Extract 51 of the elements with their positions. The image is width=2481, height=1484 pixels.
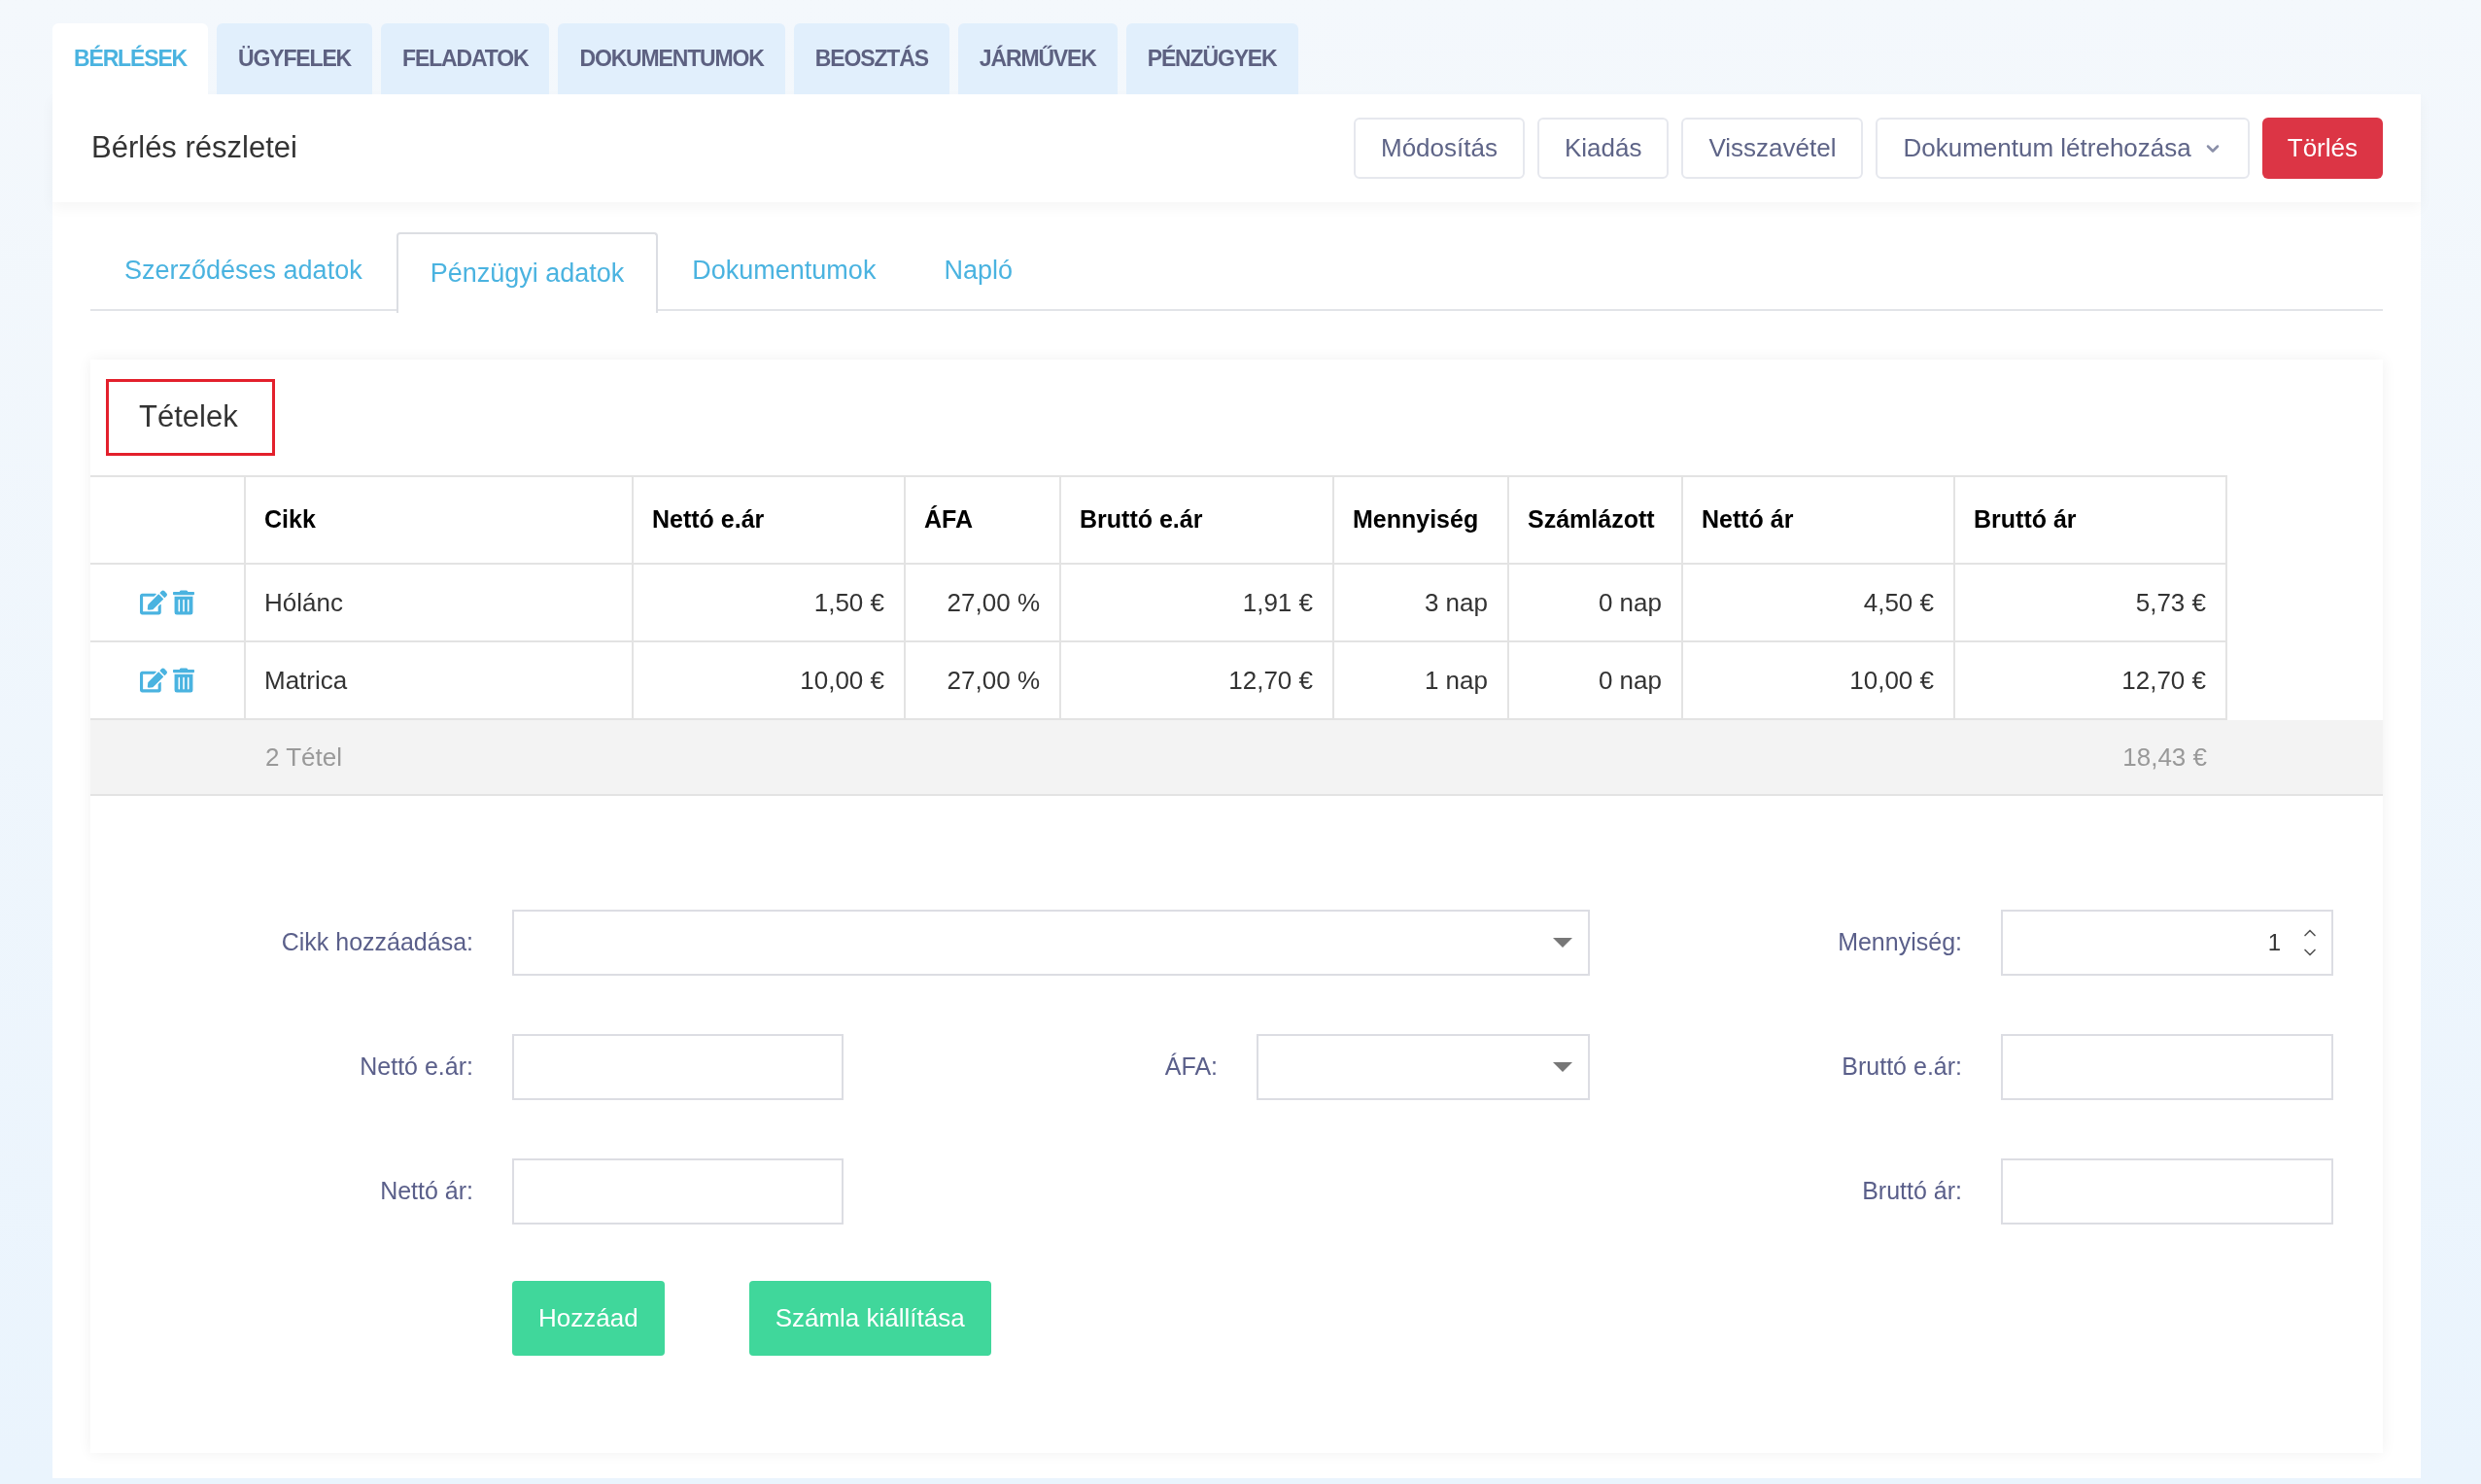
field-label: Cikk hozzáadása: [280,927,474,958]
column-header: ÁFA [905,476,1060,564]
field-label: Nettó e.ár: [359,1052,474,1083]
input-field[interactable] [512,1034,844,1100]
field-label: Mennyiség: [1837,927,1963,958]
action-button[interactable]: Visszavétel [1681,118,1864,179]
column-header: Nettó e.ár [633,476,905,564]
nav-tab[interactable]: BEOSZTÁS [793,23,949,94]
delete-button[interactable]: Törlés [2261,118,2383,179]
caret-down-icon [1553,1062,1572,1072]
nav-tab[interactable]: FELADATOK [381,23,550,94]
nav-tab[interactable]: ÜGYFELEK [217,23,373,94]
table-cell: 1,91 € [1060,564,1333,641]
column-header: Mennyiség [1333,476,1508,564]
field-label: Bruttó e.ár: [1841,1052,1963,1083]
trash-icon[interactable] [173,668,194,693]
column-header: Számlázott [1508,476,1682,564]
action-button[interactable]: Kiadás [1536,118,1670,179]
edit-icon[interactable] [140,590,167,615]
dropdown-button[interactable]: Dokumentum létrehozása [1876,118,2250,179]
field-label: Nettó ár: [379,1176,474,1207]
input-field[interactable] [2001,1034,2333,1100]
table-cell: 0 nap [1508,564,1682,641]
select-field[interactable] [1257,1034,1590,1100]
total-amount: 18,43 € [2122,741,2207,774]
nav-tab[interactable]: JÁRMŰVEK [957,23,1118,94]
page-title: Bérlés részletei [91,129,297,167]
input-field[interactable] [2001,1158,2333,1225]
edit-icon[interactable] [140,668,167,693]
input-field[interactable] [512,1158,844,1225]
column-header: Bruttó e.ár [1060,476,1333,564]
nav-tab[interactable]: PÉNZÜGYEK [1125,23,1298,94]
trash-icon[interactable] [173,590,194,615]
table-cell: 27,00 % [905,564,1060,641]
table-cell: Hólánc [245,564,633,641]
table-cell: 3 nap [1333,564,1508,641]
column-header: Bruttó ár [1954,476,2226,564]
item-count: 2 Tétel [265,741,342,774]
section-title: Tételek [106,379,275,456]
field-label: ÁFA: [1163,1052,1219,1083]
table-cell: 4,50 € [1682,564,1954,641]
column-header: Cikk [245,476,633,564]
column-header: Nettó ár [1682,476,1954,564]
nav-tab[interactable]: DOKUMENTUMOK [558,23,785,94]
number-field[interactable]: 1 [2001,910,2333,976]
caret-down-icon [1553,938,1572,948]
table-cell: 1,50 € [633,564,905,641]
table-cell: 5,73 € [1954,564,2226,641]
field-label: Bruttó ár: [1861,1176,1963,1207]
action-button[interactable]: Módosítás [1354,118,1525,179]
select-field[interactable] [512,910,1590,976]
